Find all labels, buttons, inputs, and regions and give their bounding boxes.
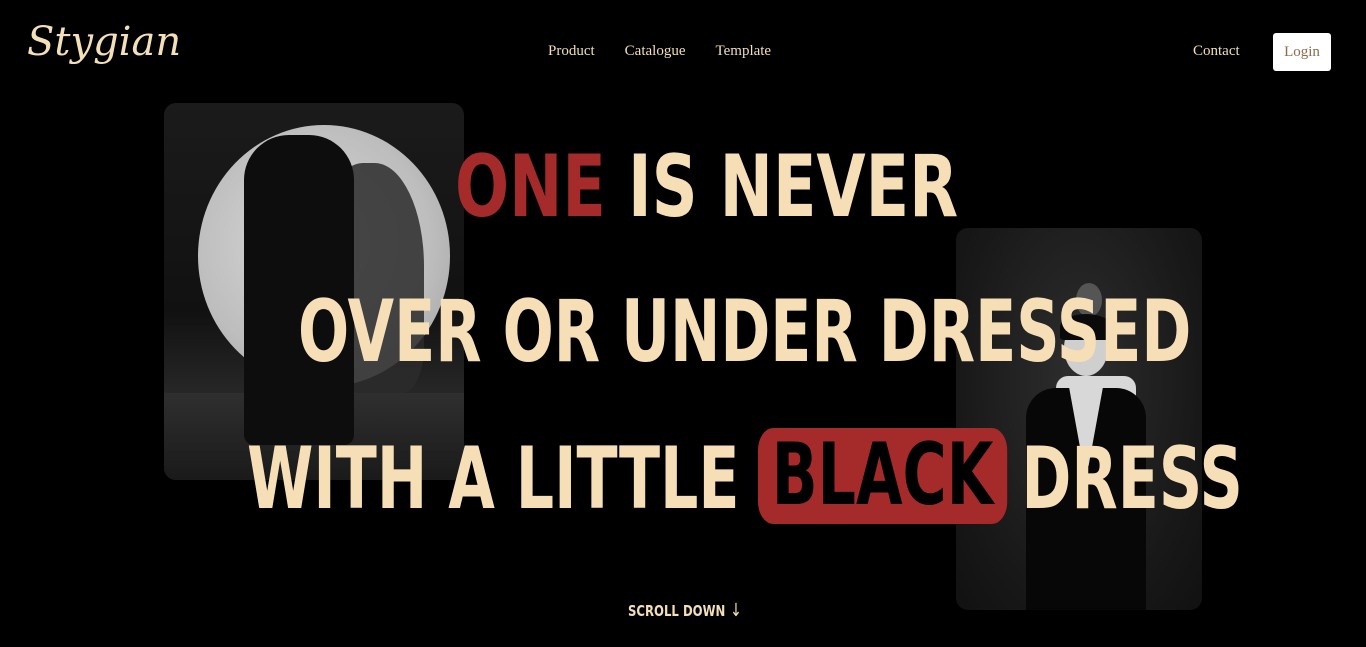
headline-accent-word: ONE <box>455 137 606 237</box>
headline-line-1: ONE IS NEVER <box>455 144 958 230</box>
scroll-down-link[interactable]: SCROLL DOWN ↓ <box>628 600 742 621</box>
headline-line-1-rest: IS NEVER <box>628 137 959 237</box>
headline-line-3-before: WITH A LITTLE <box>247 429 740 529</box>
headline-highlight-pill: BLACK <box>757 428 1008 524</box>
headline-line-3: WITH A LITTLE BLACK DRESS <box>247 428 1243 532</box>
headline-line-2: OVER OR UNDER DRESSED <box>298 282 1192 382</box>
hero-headline: ONE IS NEVER OVER OR UNDER DRESSED WITH … <box>0 0 1366 647</box>
scroll-down-label: SCROLL DOWN <box>628 602 726 620</box>
headline-line-3-after: DRESS <box>1021 429 1243 529</box>
arrow-down-icon: ↓ <box>729 600 742 621</box>
